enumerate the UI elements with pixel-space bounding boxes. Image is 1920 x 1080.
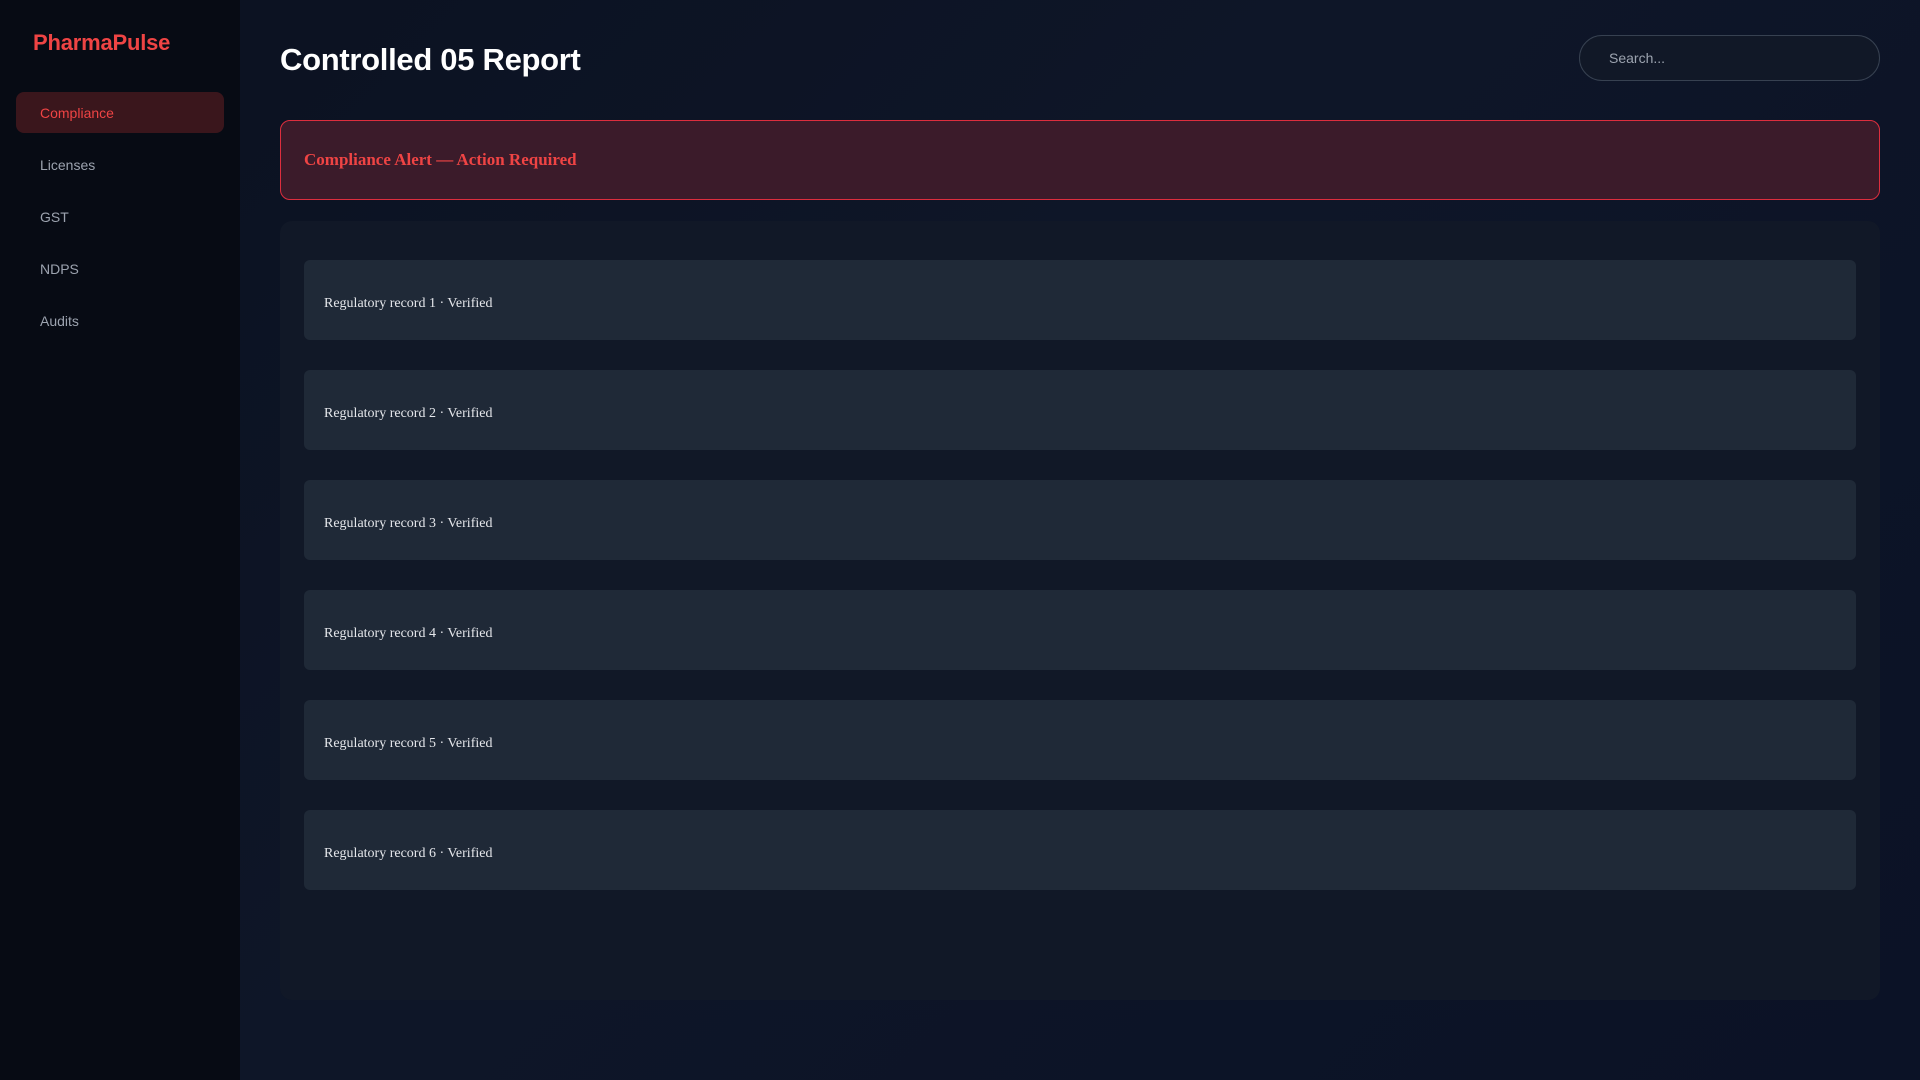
record-label: Regulatory record 3 · Verified	[324, 516, 493, 531]
sidebar-item-ndps[interactable]: NDPS	[16, 248, 224, 289]
search-input[interactable]	[1579, 35, 1880, 81]
list-item[interactable]: Regulatory record 2 · Verified	[304, 370, 1856, 450]
record-label: Regulatory record 6 · Verified	[324, 846, 493, 861]
record-label: Regulatory record 5 · Verified	[324, 736, 493, 751]
record-label: Regulatory record 2 · Verified	[324, 406, 493, 421]
list-item[interactable]: Regulatory record 5 · Verified	[304, 700, 1856, 780]
sidebar-item-licenses[interactable]: Licenses	[16, 144, 224, 185]
list-item[interactable]: Regulatory record 3 · Verified	[304, 480, 1856, 560]
alert-text: Compliance Alert — Action Required	[304, 150, 577, 169]
brand-logo: PharmaPulse	[33, 30, 171, 55]
list-item[interactable]: Regulatory record 6 · Verified	[304, 810, 1856, 890]
page-title: Controlled 05 Report	[280, 42, 581, 77]
sidebar-item-compliance[interactable]: Compliance	[16, 92, 224, 133]
list-item[interactable]: Regulatory record 4 · Verified	[304, 590, 1856, 670]
records-panel: Regulatory record 1 · Verified Regulator…	[280, 221, 1880, 1000]
sidebar-item-audits[interactable]: Audits	[16, 300, 224, 341]
sidebar: PharmaPulse Compliance Licenses GST NDPS…	[0, 0, 240, 1080]
sidebar-item-gst[interactable]: GST	[16, 196, 224, 237]
main-content: Controlled 05 Report Compliance Alert — …	[240, 0, 1920, 1080]
sidebar-nav: Compliance Licenses GST NDPS Audits	[0, 92, 240, 341]
app-window: PharmaPulse Compliance Licenses GST NDPS…	[0, 0, 1920, 1080]
record-label: Regulatory record 1 · Verified	[324, 296, 493, 311]
record-label: Regulatory record 4 · Verified	[324, 626, 493, 641]
compliance-alert-banner: Compliance Alert — Action Required	[280, 120, 1880, 200]
list-item[interactable]: Regulatory record 1 · Verified	[304, 260, 1856, 340]
